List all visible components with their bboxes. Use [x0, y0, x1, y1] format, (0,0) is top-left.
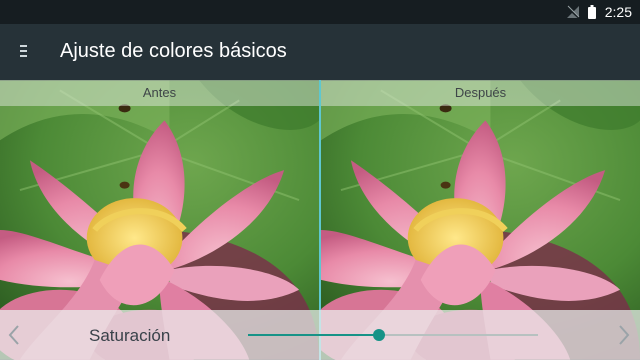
status-time: 2:25	[604, 4, 632, 20]
saturation-slider[interactable]	[248, 329, 538, 341]
after-label: Después	[454, 85, 507, 100]
slider-thumb[interactable]	[372, 329, 385, 341]
chevron-left-icon[interactable]	[8, 324, 20, 346]
saturation-label: Saturación	[89, 326, 171, 345]
chevron-right-icon[interactable]	[618, 324, 630, 346]
battery-icon	[588, 5, 596, 19]
slider-fill	[248, 334, 379, 336]
no-signal-icon	[566, 5, 580, 19]
adjustment-panel: Saturación	[0, 310, 640, 360]
page-title: Ajuste de colores básicos	[60, 40, 287, 62]
before-label-bar: Antes	[0, 80, 319, 106]
after-label-bar: Después	[321, 80, 640, 106]
menu-icon[interactable]	[16, 42, 32, 62]
app-bar: Ajuste de colores básicos	[0, 24, 640, 80]
status-bar: 2:25	[0, 0, 640, 24]
before-label: Antes	[142, 85, 177, 100]
